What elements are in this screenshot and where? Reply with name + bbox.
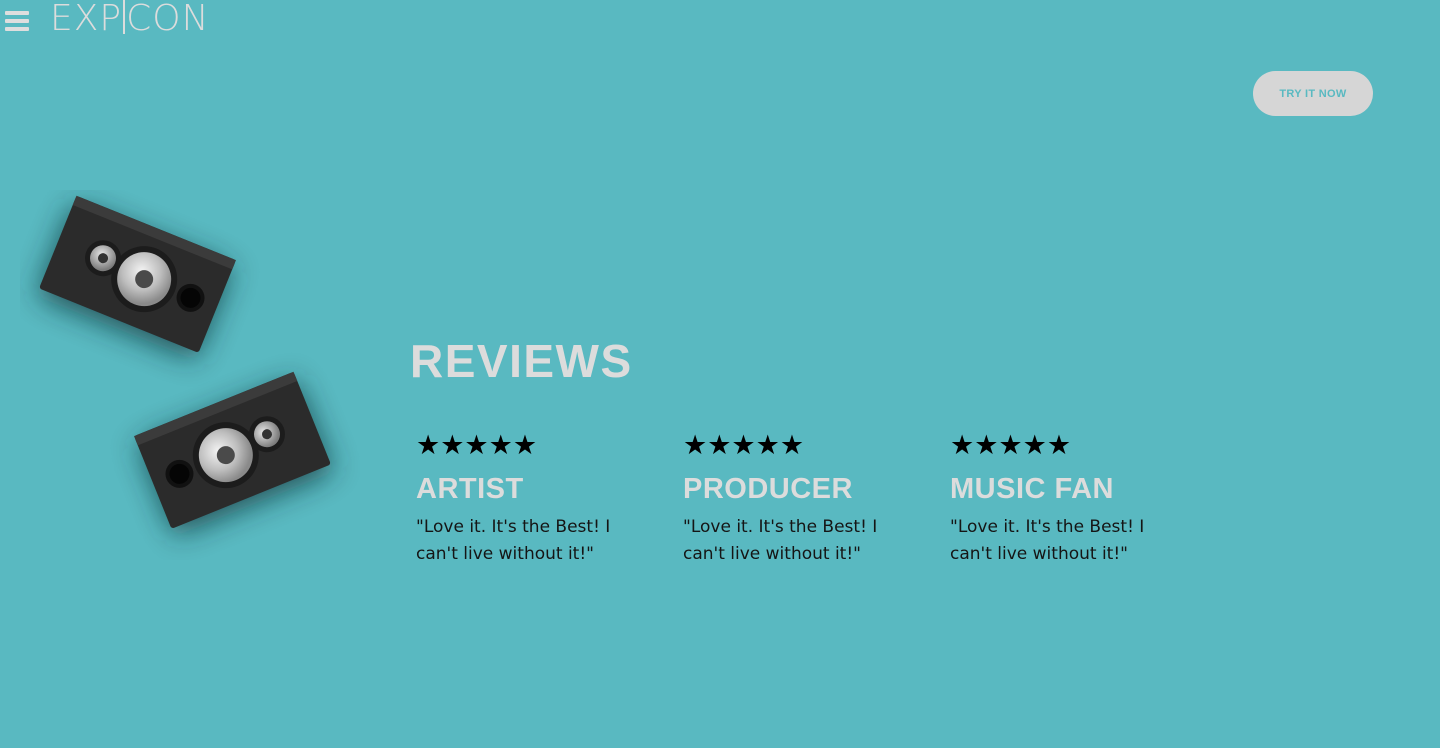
star-rating-icon: ★★★★★ (950, 430, 1072, 461)
logo[interactable]: EXP CON (50, 0, 210, 39)
hamburger-menu-icon[interactable] (5, 7, 31, 31)
speaker-top (39, 195, 236, 358)
review-quote: "Love it. It's the Best! I can't live wi… (683, 517, 878, 564)
review-quote: "Love it. It's the Best! I can't live wi… (416, 517, 611, 564)
reviewer-role: ARTIST (416, 473, 524, 505)
reviews-heading: REVIEWS (410, 335, 633, 387)
star-rating-icon: ★★★★★ (683, 430, 805, 461)
review-card-producer: ★★★★★ PRODUCER "Love it. It's the Best! … (683, 430, 883, 568)
review-quote: "Love it. It's the Best! I can't live wi… (950, 517, 1145, 564)
logo-text-left: EXP (50, 0, 123, 39)
star-rating-icon: ★★★★★ (416, 430, 538, 461)
logo-divider (123, 0, 126, 34)
reviewer-role: PRODUCER (683, 473, 853, 505)
review-card-music-fan: ★★★★★ MUSIC FAN "Love it. It's the Best!… (950, 430, 1150, 568)
speaker-bottom (134, 371, 331, 534)
menu-bar (5, 11, 29, 15)
review-card-artist: ★★★★★ ARTIST "Love it. It's the Best! I … (416, 430, 616, 568)
speakers-image (39, 195, 331, 534)
try-it-now-button[interactable]: TRY IT NOW (1253, 71, 1373, 116)
menu-bar (5, 19, 29, 23)
menu-bar (5, 27, 29, 31)
logo-text-right: CON (126, 0, 210, 39)
reviewer-role: MUSIC FAN (950, 473, 1114, 505)
